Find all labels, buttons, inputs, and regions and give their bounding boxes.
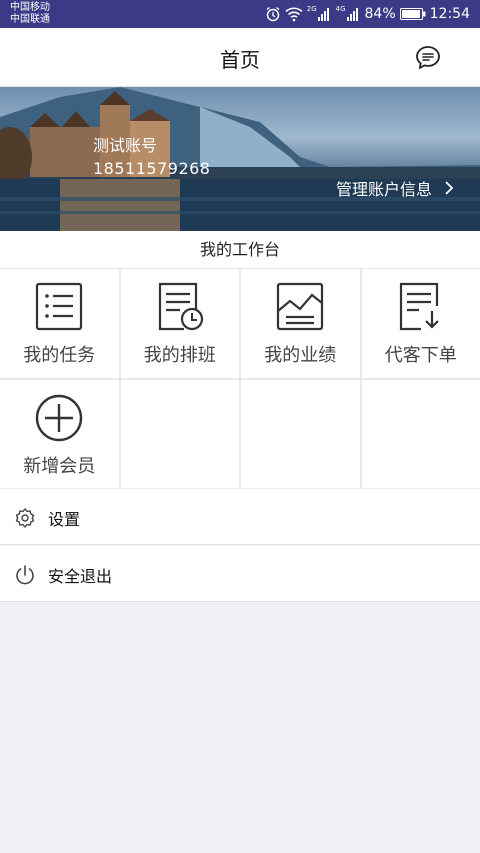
grid-empty-cell [361, 379, 480, 488]
account-phone: 18511579268 [93, 159, 211, 178]
logout-label: 安全退出 [48, 567, 113, 586]
order-download-icon [399, 282, 439, 331]
grid-item-label: 我的任务 [23, 345, 96, 366]
settings-row[interactable]: 设置 [0, 489, 480, 545]
account-banner: 测试账号 18511579268 管理账户信息 [0, 87, 480, 231]
grid-empty-cell [241, 379, 360, 488]
schedule-icon [158, 282, 203, 331]
grid-item-my-schedule[interactable]: 我的排班 [120, 269, 239, 378]
grid-item-my-performance[interactable]: 我的业绩 [241, 269, 360, 378]
grid-item-label: 代客下单 [384, 345, 457, 366]
account-name: 测试账号 [93, 136, 158, 155]
grid-item-label: 我的排班 [143, 345, 216, 366]
grid-item-label: 我的业绩 [264, 345, 337, 366]
chevron-right-icon [445, 181, 454, 195]
grid-item-place-order[interactable]: 代客下单 [361, 269, 480, 378]
logout-row[interactable]: 安全退出 [0, 546, 480, 602]
add-circle-icon [36, 394, 83, 441]
network-type-1: 2G [306, 5, 317, 13]
lake-castle-image [0, 87, 480, 231]
signal-icon [317, 8, 329, 21]
grid-empty-cell [120, 379, 239, 488]
status-bar: 中国移动 中国联通 2G 4G 84% 12:54 [0, 0, 480, 28]
manage-account-link[interactable]: 管理账户信息 [336, 176, 454, 200]
page-title: 首页 [220, 48, 260, 72]
power-icon [16, 565, 34, 585]
carrier-2: 中国联通 [10, 14, 50, 25]
grid-item-my-tasks[interactable]: 我的任务 [0, 269, 119, 378]
wifi-icon [285, 7, 303, 22]
workbench-title: 我的工作台 [0, 231, 480, 269]
app-header: 首页 [0, 28, 480, 87]
chat-bubble-icon [416, 46, 440, 69]
alarm-icon [266, 6, 280, 22]
settings-label: 设置 [48, 510, 81, 529]
battery-percent: 84% [364, 6, 396, 22]
performance-chart-icon [277, 282, 324, 331]
gear-icon [15, 508, 35, 528]
grid-item-add-member[interactable]: 新增会员 [0, 379, 119, 488]
task-list-icon [36, 282, 83, 331]
carrier-info: 中国移动 中国联通 [10, 2, 50, 26]
battery-icon [399, 8, 426, 20]
signal-icon [346, 8, 358, 21]
grid-item-label: 新增会员 [23, 455, 96, 477]
status-icons: 2G 4G 84% 12:54 [265, 4, 470, 24]
message-button[interactable] [414, 44, 442, 72]
function-grid: 我的任务 我的排班 我的业绩 代客下单 新增会员 [0, 269, 480, 488]
manage-account-label: 管理账户信息 [335, 180, 432, 199]
network-type-2: 4G [335, 5, 346, 13]
clock: 12:54 [429, 6, 470, 22]
carrier-1: 中国移动 [10, 2, 50, 13]
